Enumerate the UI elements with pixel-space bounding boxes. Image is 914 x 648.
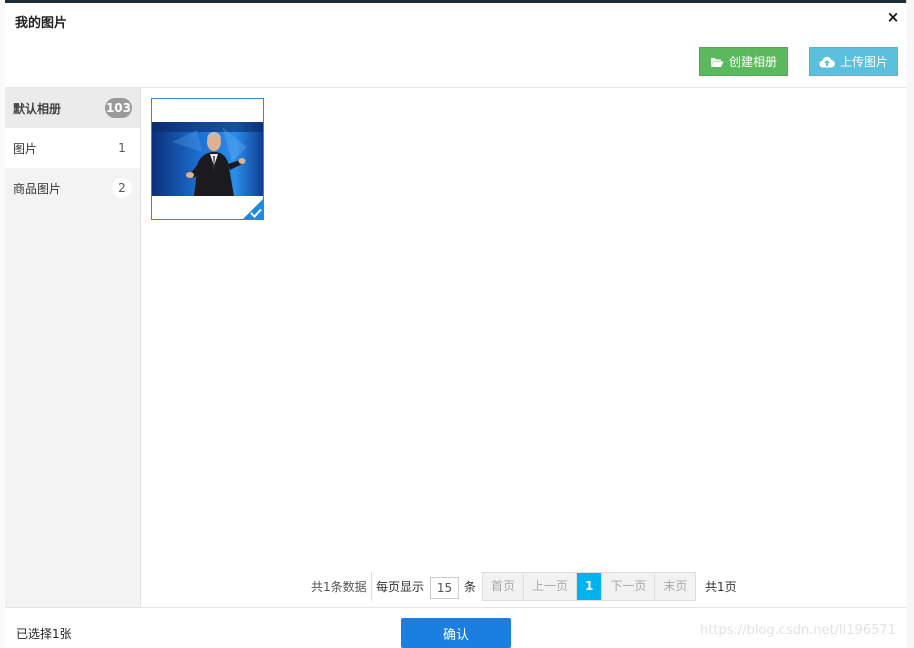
per-page-label: 每页显示: [376, 580, 425, 594]
album-item-default[interactable]: 默认相册 103: [5, 88, 140, 128]
album-count-badge: 103: [104, 98, 132, 118]
pagination-total-pages: 共1页: [705, 580, 737, 594]
album-label: 商品图片: [13, 181, 62, 196]
prev-page-button[interactable]: 上一页: [524, 573, 578, 600]
current-page-button[interactable]: 1: [577, 573, 603, 600]
upload-image-button[interactable]: 上传图片: [809, 47, 898, 76]
album-sidebar: 默认相册 103 图片 1 商品图片 2: [5, 88, 141, 607]
close-button[interactable]: ×: [885, 9, 901, 25]
my-images-dialog: 我的图片 × 创建相册 上传图片 默认相册 103 图片 1 商品图片 2 共1…: [5, 3, 907, 648]
confirm-button[interactable]: 确认: [401, 618, 511, 648]
dialog-title: 我的图片: [15, 16, 68, 31]
next-page-button[interactable]: 下一页: [602, 573, 656, 600]
album-item-images[interactable]: 图片 1: [5, 128, 140, 168]
folder-open-icon: [710, 56, 724, 68]
per-page-unit: 条: [464, 580, 477, 594]
checkmark-icon: [250, 208, 262, 218]
album-count-badge: 1: [118, 141, 126, 155]
watermark-text: https://blog.csdn.net/li196571: [700, 623, 896, 638]
first-page-button[interactable]: 首页: [483, 573, 525, 600]
footer-divider: [5, 607, 907, 608]
cloud-upload-icon: [819, 56, 835, 68]
album-item-product-images[interactable]: 商品图片 2: [5, 168, 140, 208]
album-label: 图片: [13, 141, 38, 156]
upload-image-label: 上传图片: [839, 55, 888, 69]
background-page-scrollbar: [906, 0, 914, 648]
image-thumbnail: [152, 122, 263, 196]
image-thumbnail-card[interactable]: [151, 98, 264, 220]
create-album-label: 创建相册: [728, 55, 777, 69]
pagination-buttons: 首页 上一页 1 下一页 末页: [482, 572, 697, 601]
album-count-badge: 2: [112, 178, 132, 198]
selected-count-text: 已选择1张: [16, 627, 72, 641]
pagination-total-count: 共1条数据: [311, 580, 367, 594]
create-album-button[interactable]: 创建相册: [699, 47, 788, 76]
pagination-separator: [371, 572, 372, 601]
album-label: 默认相册: [13, 101, 62, 116]
last-page-button[interactable]: 末页: [655, 573, 696, 600]
per-page-input[interactable]: 15: [430, 577, 459, 599]
